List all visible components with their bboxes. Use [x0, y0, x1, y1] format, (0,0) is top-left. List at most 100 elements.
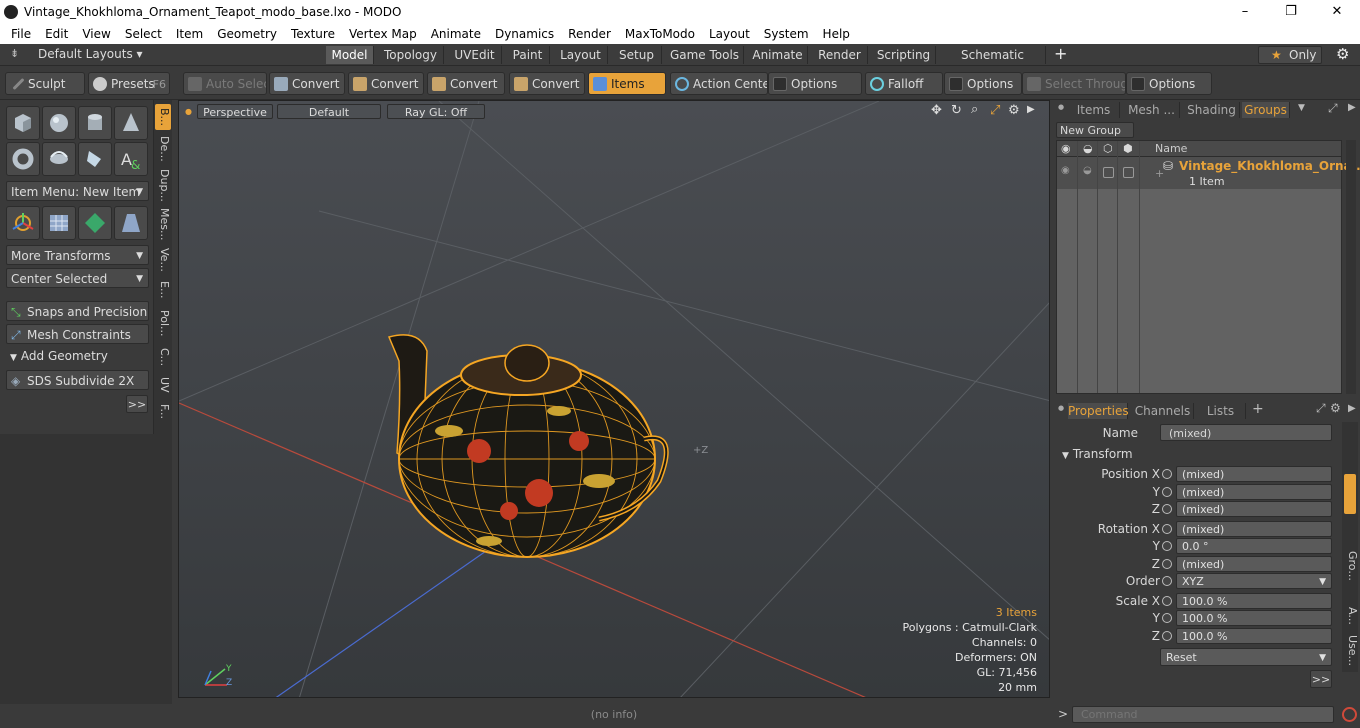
rotation-z-key-icon[interactable]	[1162, 559, 1172, 569]
tab-properties[interactable]: Properties	[1068, 403, 1129, 419]
tab-game-tools[interactable]: Game Tools	[666, 46, 744, 64]
menu-layout[interactable]: Layout	[702, 27, 757, 41]
capsule-primitive-button[interactable]	[42, 142, 76, 176]
position-y-field[interactable]: (mixed)	[1176, 484, 1332, 500]
vtab-vertex[interactable]: Ve...	[155, 246, 171, 274]
shading-style-dropdown[interactable]: Default	[277, 104, 381, 119]
position-y-key-icon[interactable]	[1162, 487, 1172, 497]
pan-icon[interactable]: ✥	[931, 103, 942, 118]
panel-menu-dot-icon[interactable]: ●	[1058, 404, 1064, 412]
tab-uvedit[interactable]: UVEdit	[448, 46, 502, 64]
3d-viewport[interactable]: +Z Y Z ● Perspective Default Ray GL: Off…	[178, 100, 1050, 698]
menu-dynamics[interactable]: Dynamics	[488, 27, 561, 41]
side-tab-active[interactable]	[1344, 474, 1356, 514]
snaps-precision-button[interactable]: ⤡ Snaps and Precision	[6, 301, 149, 321]
expand-panel-icon[interactable]: ⤢	[1328, 101, 1338, 116]
properties-gear-icon[interactable]: ⚙	[1330, 401, 1341, 415]
close-button[interactable]: ✕	[1314, 0, 1360, 23]
scale-x-key-icon[interactable]	[1162, 596, 1172, 606]
menu-vertex-map[interactable]: Vertex Map	[342, 27, 424, 41]
mesh-constraints-button[interactable]: ⤢ Mesh Constraints	[6, 324, 149, 344]
text-primitive-button[interactable]: A &	[114, 142, 148, 176]
vtab-mesh[interactable]: Mes...	[155, 206, 171, 242]
add-geometry-section[interactable]: ▼ Add Geometry	[6, 347, 149, 365]
scale-y-field[interactable]: 100.0 %	[1176, 610, 1332, 626]
panel-menu-dot-icon[interactable]: ●	[1058, 103, 1064, 111]
tab-schematic-fusion[interactable]: Schematic Fusion	[940, 46, 1046, 80]
fit-icon[interactable]: ⤢	[990, 103, 1000, 118]
viewport-menu-dot-icon[interactable]: ●	[185, 107, 192, 116]
vtab-edge[interactable]: E...	[155, 278, 171, 302]
tab-animate[interactable]: Animate	[748, 46, 808, 64]
menu-animate[interactable]: Animate	[424, 27, 488, 41]
order-key-icon[interactable]	[1162, 576, 1172, 586]
perspective-dropdown[interactable]: Perspective	[197, 104, 273, 119]
more-tools-button[interactable]: >>	[126, 395, 148, 413]
position-z-field[interactable]: (mixed)	[1176, 501, 1332, 517]
tab-items[interactable]: Items	[1068, 102, 1120, 118]
rotation-z-field[interactable]: (mixed)	[1176, 556, 1332, 572]
side-tab-groups[interactable]: Gro...	[1343, 544, 1359, 588]
tab-topology[interactable]: Topology	[378, 46, 444, 64]
vtab-polygon[interactable]: Pol...	[155, 306, 171, 340]
select-icon[interactable]: ⬢	[1123, 142, 1133, 155]
convert-materials-button[interactable]: Convert	[509, 72, 585, 95]
tab-layout[interactable]: Layout	[554, 46, 608, 64]
rotation-y-key-icon[interactable]	[1162, 541, 1172, 551]
groups-scrollbar[interactable]	[1346, 140, 1356, 394]
more-transforms-dropdown[interactable]: More Transforms ▼	[6, 245, 149, 265]
auto-select-button[interactable]: Auto Select	[183, 72, 267, 95]
scale-x-field[interactable]: 100.0 %	[1176, 593, 1332, 609]
falloff-button[interactable]: Falloff	[865, 72, 943, 95]
row-render-icon[interactable]: ◒	[1083, 165, 1092, 176]
row-eye-icon[interactable]: ◉	[1061, 165, 1070, 176]
center-selected-dropdown[interactable]: Center Selected ▼	[6, 268, 149, 288]
cylinder-primitive-button[interactable]	[78, 106, 112, 140]
bevel-tool-button[interactable]	[114, 206, 148, 240]
group-name[interactable]: Vintage_Khokhloma_Orna...	[1179, 159, 1360, 173]
name-column-header[interactable]: Name	[1155, 142, 1187, 155]
menu-maxtomodo[interactable]: MaxToModo	[618, 27, 702, 41]
menu-item[interactable]: Item	[169, 27, 210, 41]
vtab-fusion[interactable]: F...	[155, 400, 171, 424]
menu-texture[interactable]: Texture	[284, 27, 342, 41]
position-x-key-icon[interactable]	[1162, 469, 1172, 479]
convert-polygons-button[interactable]: Convert	[427, 72, 505, 95]
command-input[interactable]	[1072, 706, 1334, 723]
rotation-y-field[interactable]: 0.0 °	[1176, 538, 1332, 554]
tab-render[interactable]: Render	[812, 46, 868, 64]
element-tool-button[interactable]	[78, 206, 112, 240]
menu-file[interactable]: File	[4, 27, 38, 41]
viewport-more-icon[interactable]: ▶	[1027, 104, 1035, 115]
menu-system[interactable]: System	[757, 27, 816, 41]
name-field[interactable]: (mixed)	[1160, 424, 1332, 441]
convert-edges-button[interactable]: Convert	[348, 72, 424, 95]
scale-z-key-icon[interactable]	[1162, 631, 1172, 641]
transform-tool-button[interactable]	[6, 206, 40, 240]
action-center-button[interactable]: Action Center	[670, 72, 768, 95]
vtab-uv[interactable]: UV	[155, 374, 171, 396]
menu-help[interactable]: Help	[816, 27, 857, 41]
tab-scripting[interactable]: Scripting	[872, 46, 936, 64]
panel-more-icon[interactable]: ▶	[1348, 403, 1356, 414]
rotation-x-key-icon[interactable]	[1162, 524, 1172, 534]
default-layouts-dropdown[interactable]: Default Layouts ▾	[38, 47, 143, 61]
viewport-gear-icon[interactable]: ⚙	[1008, 103, 1020, 118]
side-tab-a[interactable]: A...	[1343, 602, 1359, 630]
action-center-options-button[interactable]: Options	[768, 72, 862, 95]
raygl-toggle[interactable]: Ray GL: Off	[387, 104, 485, 119]
scale-y-key-icon[interactable]	[1162, 613, 1172, 623]
cube-primitive-button[interactable]	[6, 106, 40, 140]
minimize-button[interactable]: –	[1222, 0, 1268, 23]
maximize-button[interactable]: ❐	[1268, 0, 1314, 23]
group-row[interactable]: ◉ ◒ + ⛁ Vintage_Khokhloma_Orna... 1 Item	[1057, 157, 1360, 189]
tab-lists[interactable]: Lists	[1196, 403, 1246, 419]
panel-more-icon[interactable]: ▶	[1348, 102, 1356, 113]
lock-icon[interactable]: ⬡	[1103, 142, 1113, 155]
convert-vertices-button[interactable]: Convert	[269, 72, 345, 95]
tab-mesh[interactable]: Mesh ...	[1124, 102, 1180, 118]
sculpt-button[interactable]: Sculpt	[5, 72, 85, 95]
rotation-x-field[interactable]: (mixed)	[1176, 521, 1332, 537]
vtab-duplicate[interactable]: Dup...	[155, 168, 171, 202]
tab-groups[interactable]: Groups	[1242, 102, 1290, 118]
